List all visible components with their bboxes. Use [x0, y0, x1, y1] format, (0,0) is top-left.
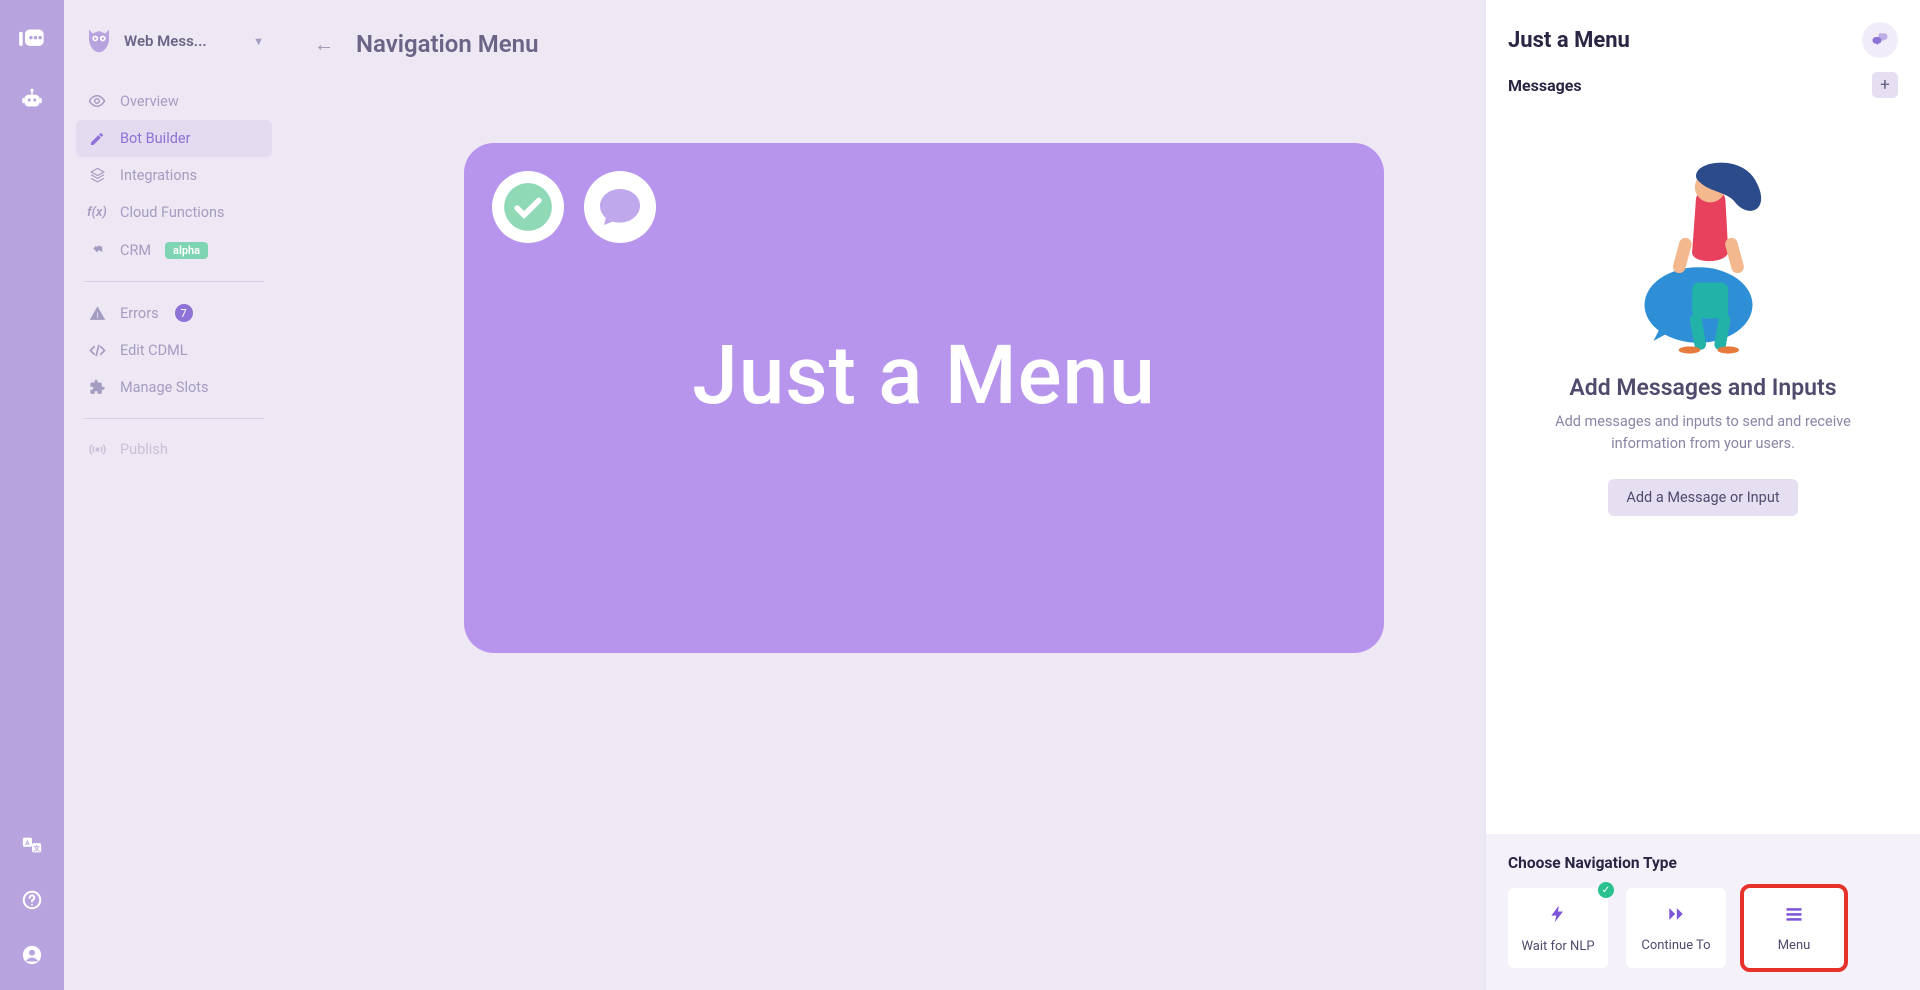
nav-type-row: ✓ Wait for NLP Continue To Menu: [1508, 888, 1898, 968]
back-arrow-icon[interactable]: ←: [314, 32, 334, 57]
account-icon[interactable]: [12, 935, 52, 975]
sidebar-label: Integrations: [120, 167, 197, 184]
main-area: ← Navigation Menu Just a Menu: [284, 0, 1485, 990]
sidebar-item-edit-cdml[interactable]: Edit CDML: [76, 332, 272, 369]
forward-icon: [1664, 904, 1688, 930]
workspace-switcher[interactable]: Web Mess... ▼: [76, 18, 272, 64]
divider: [84, 418, 264, 419]
nav-type-menu[interactable]: Menu: [1744, 888, 1844, 968]
sidebar-label: Manage Slots: [120, 379, 209, 396]
nav-type-continue[interactable]: Continue To: [1626, 888, 1726, 968]
workspace-title: Web Mess...: [124, 32, 243, 50]
navigation-type-section: Choose Navigation Type ✓ Wait for NLP Co…: [1486, 834, 1920, 990]
sidebar-label: Bot Builder: [120, 130, 191, 147]
puzzle-icon: [88, 379, 106, 396]
check-circle-icon: [492, 171, 564, 243]
panel-title: Just a Menu: [1508, 28, 1630, 53]
divider: [84, 281, 264, 282]
svg-text:文: 文: [33, 844, 40, 853]
add-icon[interactable]: +: [1872, 72, 1898, 98]
translate-icon[interactable]: A文: [12, 825, 52, 865]
node-icon-row: [492, 171, 1356, 243]
error-count-badge: 7: [175, 304, 193, 322]
bolt-icon: [1548, 903, 1568, 931]
nav-type-label: Wait for NLP: [1521, 939, 1594, 954]
nav-section-title: Choose Navigation Type: [1508, 854, 1898, 872]
layers-icon: [88, 167, 106, 184]
sidebar-item-manage-slots[interactable]: Manage Slots: [76, 369, 272, 406]
svg-text:A: A: [25, 839, 30, 847]
menu-icon: [1783, 904, 1805, 930]
empty-text: Add messages and inputs to send and rece…: [1523, 411, 1883, 455]
section-title: Messages: [1508, 76, 1582, 95]
messages-section-header: Messages +: [1486, 72, 1920, 116]
check-icon: ✓: [1598, 882, 1614, 898]
app-logo-icon[interactable]: [12, 20, 52, 60]
illustration-icon: [1613, 146, 1793, 356]
chat-bubble-icon: [584, 171, 656, 243]
right-panel: Just a Menu Messages + Add Messages and …: [1485, 0, 1920, 990]
empty-state: Add Messages and Inputs Add messages and…: [1486, 116, 1920, 834]
sidebar: Web Mess... ▼ Overview Bot Builder Integ…: [64, 0, 284, 990]
nav-type-label: Continue To: [1641, 938, 1710, 953]
sidebar-item-crm[interactable]: CRM alpha: [76, 231, 272, 269]
owl-icon: [84, 26, 114, 56]
bot-icon[interactable]: [12, 80, 52, 120]
sidebar-item-integrations[interactable]: Integrations: [76, 157, 272, 194]
warning-icon: [88, 305, 106, 322]
sidebar-label: Errors: [120, 305, 159, 322]
nav-type-wait-nlp[interactable]: ✓ Wait for NLP: [1508, 888, 1608, 968]
help-icon[interactable]: [12, 880, 52, 920]
sidebar-label: Overview: [120, 93, 179, 110]
sidebar-label: Cloud Functions: [120, 204, 224, 221]
alpha-tag: alpha: [165, 242, 208, 259]
code-icon: [88, 342, 106, 359]
eye-icon: [88, 92, 106, 110]
sidebar-item-publish[interactable]: Publish: [76, 431, 272, 468]
nav-type-label: Menu: [1778, 938, 1811, 953]
sidebar-label: CRM: [120, 242, 151, 259]
chat-icon[interactable]: [1862, 22, 1898, 58]
sidebar-label: Publish: [120, 441, 168, 458]
canvas[interactable]: Just a Menu: [284, 78, 1485, 990]
broadcast-icon: [88, 441, 106, 458]
pencil-icon: [88, 131, 106, 147]
node-title: Just a Menu: [492, 328, 1356, 424]
page-title: Navigation Menu: [356, 30, 538, 58]
sidebar-item-errors[interactable]: Errors 7: [76, 294, 272, 332]
chevron-down-icon: ▼: [253, 35, 264, 48]
sidebar-item-overview[interactable]: Overview: [76, 82, 272, 120]
empty-heading: Add Messages and Inputs: [1569, 374, 1836, 401]
sidebar-item-cloud-functions[interactable]: f(x) Cloud Functions: [76, 194, 272, 231]
sidebar-label: Edit CDML: [120, 342, 188, 359]
app-rail: A文: [0, 0, 64, 990]
flow-node[interactable]: Just a Menu: [464, 143, 1384, 653]
handshake-icon: [88, 241, 106, 259]
sidebar-item-bot-builder[interactable]: Bot Builder: [76, 120, 272, 157]
add-message-button[interactable]: Add a Message or Input: [1608, 479, 1797, 516]
main-header: ← Navigation Menu: [284, 0, 1485, 78]
panel-header: Just a Menu: [1486, 0, 1920, 72]
function-icon: f(x): [88, 205, 106, 220]
